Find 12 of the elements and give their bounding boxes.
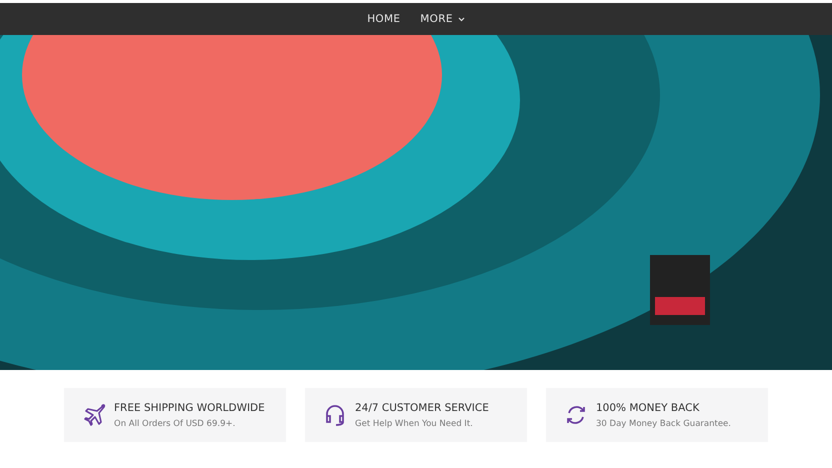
feature-title: 100% MONEY BACK bbox=[596, 402, 700, 414]
feature-title: 24/7 CUSTOMER SERVICE bbox=[355, 402, 489, 414]
feature-description: On All Orders Of USD 69.9+. bbox=[114, 418, 236, 428]
nav-link[interactable]: MORE bbox=[420, 13, 465, 25]
caret-icon bbox=[458, 16, 465, 22]
refresh-icon bbox=[564, 403, 588, 427]
feature-description: 30 Day Money Back Guarantee. bbox=[596, 418, 731, 428]
feature-description: Get Help When You Need It. bbox=[355, 418, 474, 428]
airplane-icon bbox=[82, 403, 106, 427]
nav-link[interactable]: HOME bbox=[367, 13, 400, 25]
headset-icon bbox=[323, 403, 347, 427]
feature-title: FREE SHIPPING WORLDWIDE bbox=[114, 402, 265, 414]
